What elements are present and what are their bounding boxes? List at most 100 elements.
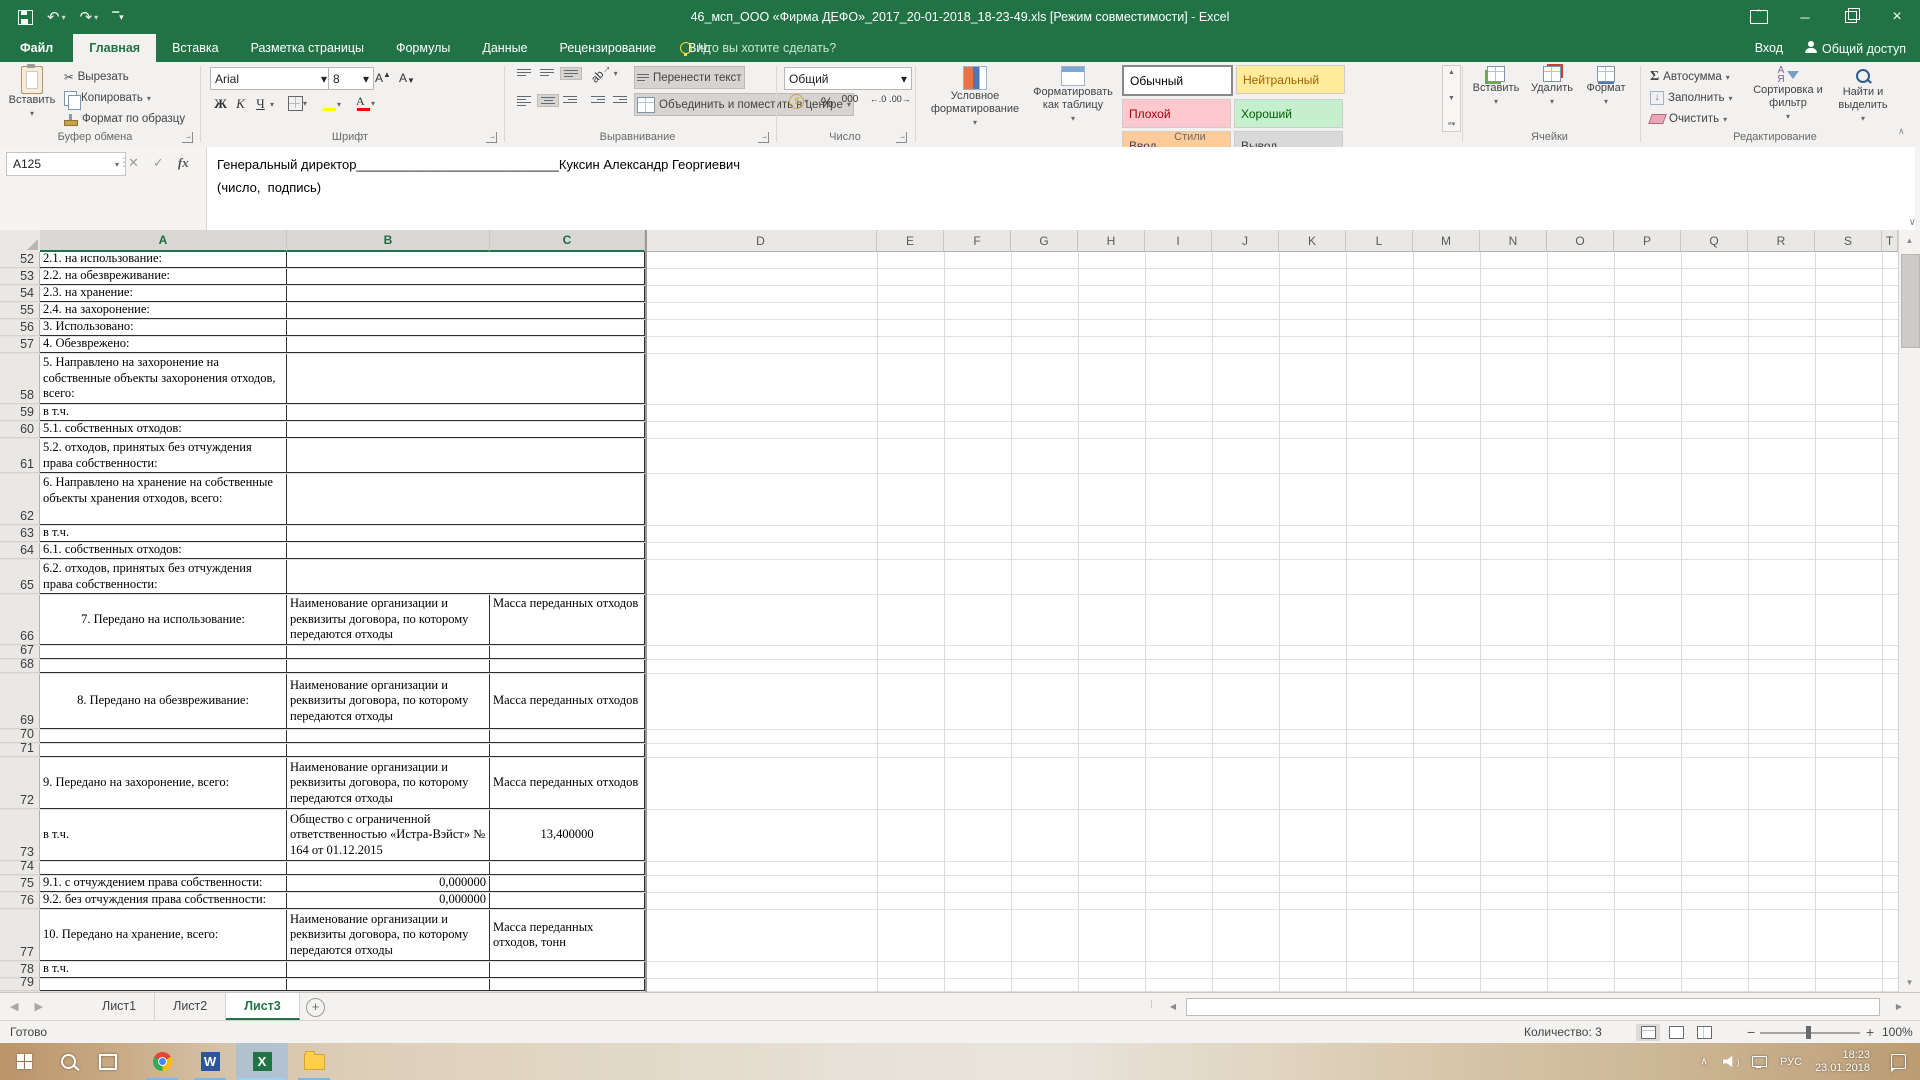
- format-painter-button[interactable]: Формат по образцу: [62, 108, 187, 130]
- delete-cells-button[interactable]: Удалить▾: [1526, 64, 1578, 130]
- scroll-right-icon[interactable]: ▶: [1892, 999, 1906, 1014]
- vertical-scroll-thumb[interactable]: [1901, 254, 1920, 348]
- cell-B70[interactable]: [287, 730, 490, 743]
- font-dialog-launcher[interactable]: [486, 132, 497, 143]
- page-layout-view-button[interactable]: [1664, 1024, 1688, 1041]
- cell-B59[interactable]: [287, 405, 645, 421]
- taskbar-chrome-button[interactable]: [140, 1043, 184, 1080]
- cell-B63[interactable]: [287, 526, 645, 542]
- cell-A67[interactable]: [40, 646, 287, 659]
- cell-B79[interactable]: [287, 979, 490, 991]
- formula-input[interactable]: Генеральный директор____________________…: [206, 147, 1915, 241]
- insert-cells-button[interactable]: Вставить▾: [1470, 64, 1522, 130]
- cell-A74[interactable]: [40, 862, 287, 875]
- row-header-64[interactable]: 64: [0, 543, 40, 559]
- zoom-out-icon[interactable]: −: [1747, 1021, 1755, 1043]
- cell-C74[interactable]: [490, 862, 645, 875]
- tab-вставка[interactable]: Вставка: [156, 34, 234, 62]
- row-header-69[interactable]: 69: [0, 674, 40, 729]
- cell-A69[interactable]: 8. Передано на обезвреживание:: [40, 674, 287, 729]
- align-bottom-icon[interactable]: [560, 67, 582, 80]
- volume-icon[interactable]: ): [1718, 1043, 1744, 1080]
- accounting-format-button[interactable]: $▾: [786, 94, 812, 109]
- wrap-text-button[interactable]: Перенести текст: [634, 66, 745, 89]
- column-header-T[interactable]: T: [1882, 230, 1898, 252]
- styles-gallery-scroll[interactable]: ▲▼≡▾: [1442, 65, 1461, 132]
- row-header-65[interactable]: 65: [0, 560, 40, 594]
- row-header-68[interactable]: 68: [0, 660, 40, 673]
- undo-button[interactable]: ↶▾: [47, 8, 66, 26]
- row-header-52[interactable]: 52: [0, 252, 40, 268]
- column-header-M[interactable]: M: [1413, 230, 1480, 252]
- taskbar-word-button[interactable]: W: [188, 1043, 232, 1080]
- row-header-74[interactable]: 74: [0, 862, 40, 875]
- decrease-indent-icon[interactable]: [588, 94, 608, 105]
- cell-B78[interactable]: [287, 962, 490, 978]
- column-header-L[interactable]: L: [1346, 230, 1413, 252]
- increase-indent-icon[interactable]: [610, 94, 630, 105]
- cell-style-плохой[interactable]: Плохой: [1122, 99, 1231, 128]
- column-header-S[interactable]: S: [1815, 230, 1882, 252]
- cancel-entry-icon[interactable]: ✕: [128, 155, 139, 171]
- cell-A75[interactable]: 9.1. с отчуждением права собственности:: [40, 876, 287, 892]
- cell-B58[interactable]: [287, 354, 645, 404]
- cell-C71[interactable]: [490, 744, 645, 757]
- row-header-75[interactable]: 75: [0, 876, 40, 892]
- sheet-tab-лист2[interactable]: Лист2: [155, 993, 226, 1020]
- cell-A78[interactable]: в т.ч.: [40, 962, 287, 978]
- borders-button[interactable]: ▾: [288, 96, 307, 111]
- cell-B65[interactable]: [287, 560, 645, 594]
- clear-button[interactable]: Очистить▾: [1648, 108, 1729, 130]
- cell-A70[interactable]: [40, 730, 287, 743]
- next-sheet-icon[interactable]: ▶: [34, 1000, 42, 1013]
- alignment-dialog-launcher[interactable]: [758, 132, 769, 143]
- cell-C68[interactable]: [490, 660, 645, 673]
- fill-color-button[interactable]: ▾: [322, 96, 341, 113]
- row-header-60[interactable]: 60: [0, 422, 40, 438]
- orientation-button[interactable]: ab→▾: [590, 67, 618, 79]
- column-header-O[interactable]: O: [1547, 230, 1614, 252]
- start-button[interactable]: [0, 1043, 48, 1080]
- cell-A58[interactable]: 5. Направлено на захоронение на собствен…: [40, 354, 287, 404]
- align-top-icon[interactable]: [514, 67, 534, 78]
- cell-B53[interactable]: [287, 269, 645, 285]
- task-view-button[interactable]: [88, 1043, 128, 1080]
- paste-button[interactable]: Вставить▾: [8, 64, 56, 130]
- page-break-view-button[interactable]: [1692, 1024, 1716, 1041]
- column-header-I[interactable]: I: [1145, 230, 1212, 252]
- italic-button[interactable]: К: [232, 94, 249, 114]
- scroll-up-icon[interactable]: ▲: [1899, 230, 1920, 250]
- vertical-scrollbar[interactable]: ▲ ▼: [1898, 230, 1920, 992]
- collapse-ribbon-icon[interactable]: ∧: [1898, 126, 1905, 137]
- cell-A64[interactable]: 6.1. собственных отходов:: [40, 543, 287, 559]
- cell-B61[interactable]: [287, 439, 645, 473]
- cell-C66[interactable]: Масса переданных отходов: [490, 595, 645, 645]
- row-header-55[interactable]: 55: [0, 303, 40, 319]
- tell-me-box[interactable]: Что вы хотите сделать?: [680, 34, 836, 62]
- comma-style-button[interactable]: 000: [838, 94, 862, 105]
- cell-B73[interactable]: Общество с ограниченной ответственностью…: [287, 810, 490, 861]
- align-left-icon[interactable]: [514, 94, 534, 108]
- collapse-formula-bar-icon[interactable]: ∨: [1909, 217, 1916, 228]
- cell-B72[interactable]: Наименование организации и реквизиты дог…: [287, 758, 490, 809]
- row-header-56[interactable]: 56: [0, 320, 40, 336]
- number-format-select[interactable]: Общий▾: [784, 67, 912, 90]
- cell-A55[interactable]: 2.4. на захоронение:: [40, 303, 287, 319]
- scroll-left-icon[interactable]: ◀: [1166, 999, 1180, 1014]
- tab-формулы[interactable]: Формулы: [380, 34, 466, 62]
- cell-C76[interactable]: [490, 893, 645, 909]
- increase-decimal-icon[interactable]: ←.0: [868, 94, 888, 104]
- select-all-corner[interactable]: [0, 230, 41, 253]
- cell-C69[interactable]: Масса переданных отходов: [490, 674, 645, 729]
- column-header-K[interactable]: K: [1279, 230, 1346, 252]
- row-header-62[interactable]: 62: [0, 474, 40, 525]
- cell-A61[interactable]: 5.2. отходов, принятых без отчуждения пр…: [40, 439, 287, 473]
- row-header-57[interactable]: 57: [0, 337, 40, 353]
- prev-sheet-icon[interactable]: ◀: [10, 1000, 18, 1013]
- autosum-button[interactable]: ΣАвтосумма▾: [1648, 66, 1732, 88]
- new-sheet-button[interactable]: +: [306, 998, 325, 1017]
- cell-C77[interactable]: Масса переданных отходов, тонн: [490, 910, 645, 961]
- tab-file[interactable]: Файл: [0, 34, 73, 62]
- cell-B57[interactable]: [287, 337, 645, 353]
- format-cells-button[interactable]: Формат▾: [1580, 64, 1632, 130]
